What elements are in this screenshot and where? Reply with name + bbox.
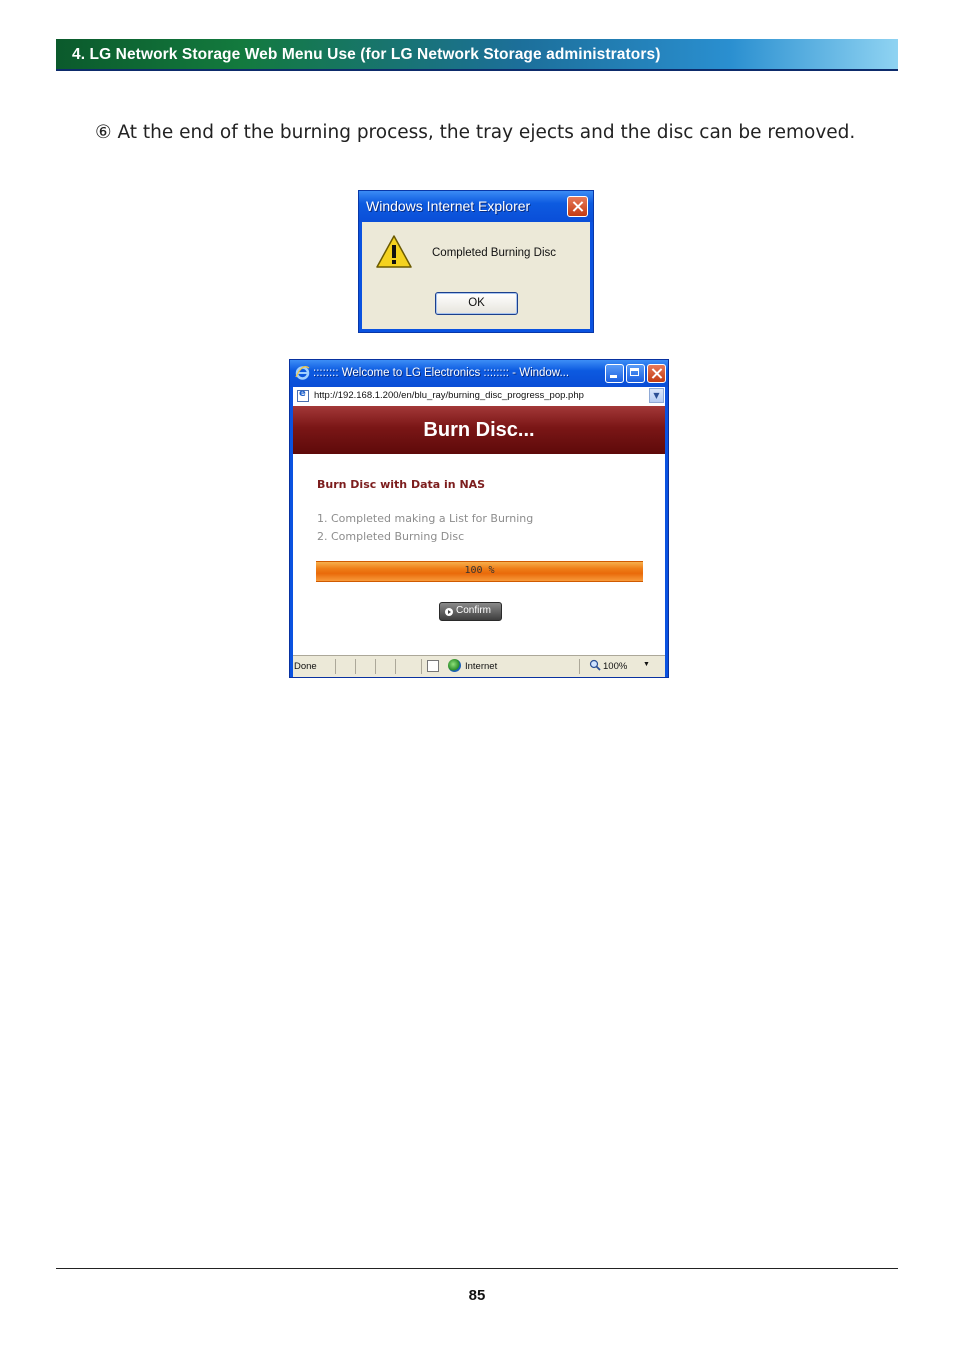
alert-dialog: Windows Internet Explorer Completed Burn… xyxy=(358,190,594,333)
popup-content: Burn Disc... Burn Disc with Data in NAS … xyxy=(293,406,665,655)
section-header-title: 4. LG Network Storage Web Menu Use (for … xyxy=(72,46,661,63)
ok-button[interactable]: OK xyxy=(435,292,518,315)
address-bar[interactable]: http://192.168.1.200/en/blu_ray/burning_… xyxy=(293,387,665,407)
progress-text: 100 % xyxy=(464,565,495,576)
footer-rule xyxy=(56,1268,898,1269)
maximize-icon[interactable] xyxy=(626,364,645,383)
status-divider xyxy=(375,659,376,674)
address-url: http://192.168.1.200/en/blu_ray/burning_… xyxy=(314,390,584,401)
security-zone: Internet xyxy=(465,661,498,672)
close-icon[interactable] xyxy=(567,196,588,217)
status-text: Done xyxy=(294,661,317,672)
zoom-level[interactable]: 100% xyxy=(603,661,627,672)
globe-icon xyxy=(448,659,461,672)
close-icon[interactable] xyxy=(647,364,666,383)
status-divider xyxy=(355,659,356,674)
banner-title: Burn Disc... xyxy=(423,419,535,441)
alert-title: Windows Internet Explorer xyxy=(366,198,531,214)
progress-bar: 100 % xyxy=(316,561,643,582)
ie-icon xyxy=(295,366,310,380)
step-item: 2. Completed Burning Disc xyxy=(317,530,465,543)
confirm-button[interactable]: Confirm xyxy=(439,602,502,621)
zoom-icon[interactable] xyxy=(589,659,601,671)
warning-icon xyxy=(376,235,412,268)
status-divider xyxy=(579,659,580,674)
burn-disc-banner: Burn Disc... xyxy=(293,406,665,454)
status-divider xyxy=(395,659,396,674)
alert-body: Completed Burning Disc OK xyxy=(362,222,590,329)
step-item: 1. Completed making a List for Burning xyxy=(317,512,534,525)
burn-subheading: Burn Disc with Data in NAS xyxy=(317,478,486,491)
step-instruction: ⑥ At the end of the burning process, the… xyxy=(95,122,856,143)
popup-titlebar[interactable]: :::::::: Welcome to LG Electronics :::::… xyxy=(290,360,668,387)
browser-popup-window: :::::::: Welcome to LG Electronics :::::… xyxy=(289,359,669,678)
minimize-icon[interactable] xyxy=(605,364,624,383)
section-header-bar: 4. LG Network Storage Web Menu Use (for … xyxy=(56,39,898,71)
chevron-down-icon[interactable]: ▼ xyxy=(649,388,664,403)
page-icon xyxy=(427,660,439,672)
page-number: 85 xyxy=(468,1287,486,1304)
alert-titlebar[interactable]: Windows Internet Explorer xyxy=(359,191,593,222)
burn-steps: 1. Completed making a List for Burning 2… xyxy=(317,510,533,546)
status-divider xyxy=(335,659,336,674)
chevron-down-icon[interactable]: ▼ xyxy=(643,661,650,668)
popup-title: :::::::: Welcome to LG Electronics :::::… xyxy=(313,367,570,379)
page-icon xyxy=(297,388,309,402)
play-icon xyxy=(445,608,453,616)
status-divider xyxy=(421,659,422,674)
status-bar: Done Internet 100% ▼ xyxy=(293,655,665,677)
alert-message: Completed Burning Disc xyxy=(432,247,557,259)
confirm-label: Confirm xyxy=(456,605,492,616)
